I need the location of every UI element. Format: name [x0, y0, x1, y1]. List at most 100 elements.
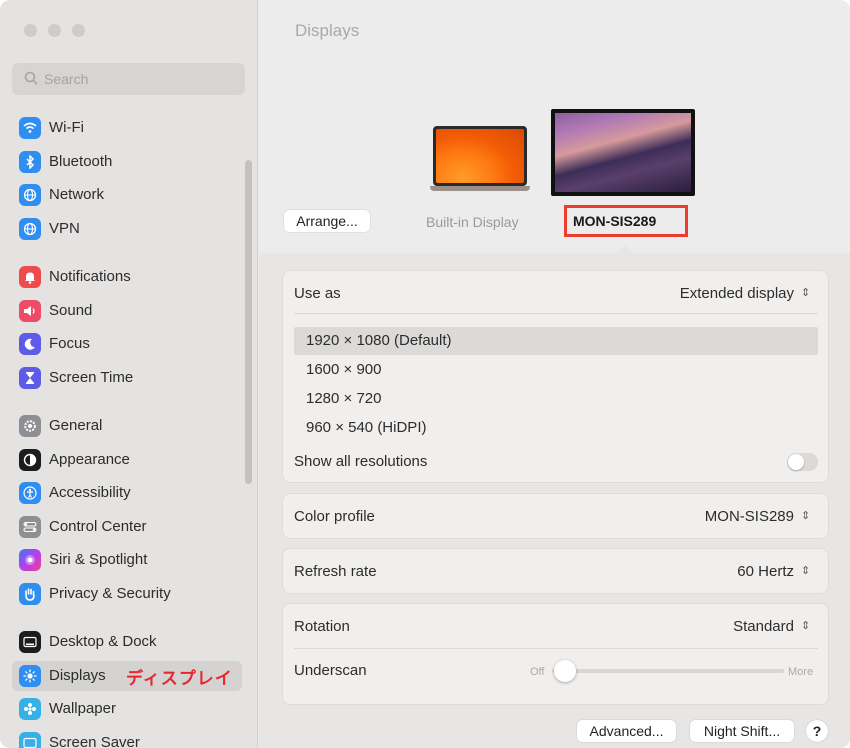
sidebar-item-appearance[interactable]: Appearance: [12, 445, 242, 475]
sidebar-item-label: Screen Time: [49, 369, 134, 386]
sidebar-item-wallpaper[interactable]: Wallpaper: [12, 694, 242, 724]
color-profile-value[interactable]: MON-SIS289: [705, 508, 794, 525]
rotation-label: Rotation: [294, 618, 350, 635]
minimize-button[interactable]: [48, 24, 61, 37]
resolution-option[interactable]: 1600 × 900: [294, 356, 818, 384]
sidebar-item-label: Sound: [49, 302, 93, 319]
gear-icon: [19, 415, 41, 437]
resolution-option[interactable]: 960 × 540 (HiDPI): [294, 414, 818, 442]
globe-icon: [19, 218, 41, 240]
monitor-screen-image: [555, 113, 691, 192]
sidebar: Search Wi-Fi Bluetooth Network VPN Notif…: [0, 0, 258, 748]
sidebar-item-label: Bluetooth: [49, 153, 113, 170]
show-all-resolutions-label: Show all resolutions: [294, 453, 428, 470]
underscan-slider[interactable]: [552, 669, 784, 673]
refresh-rate-label: Refresh rate: [294, 563, 377, 580]
wallpaper-icon: [19, 698, 41, 720]
sidebar-item-control-center[interactable]: Control Center: [12, 512, 242, 542]
wifi-icon: [19, 117, 41, 139]
sidebar-item-label: Siri & Spotlight: [49, 551, 148, 568]
builtin-display-label[interactable]: Built-in Display: [426, 214, 519, 230]
sidebar-item-notifications[interactable]: Notifications: [12, 262, 242, 292]
zoom-button[interactable]: [72, 24, 85, 37]
speaker-icon: [19, 300, 41, 322]
updown-chevron-icon: ⇕: [801, 510, 811, 522]
sidebar-item-screen-time[interactable]: Screen Time: [12, 363, 242, 393]
sidebar-item-desktop-dock[interactable]: Desktop & Dock: [12, 627, 242, 657]
color-profile-label: Color profile: [294, 508, 375, 525]
sidebar-item-network[interactable]: Network: [12, 180, 242, 210]
globe-icon: [19, 184, 41, 206]
updown-chevron-icon: ⇕: [801, 287, 811, 299]
sidebar-item-label: Displays: [49, 667, 106, 684]
sun-icon: [19, 665, 41, 687]
sidebar-item-sound[interactable]: Sound: [12, 296, 242, 326]
laptop-screen-image: [433, 126, 527, 186]
sidebar-item-wifi[interactable]: Wi-Fi: [12, 113, 242, 143]
sidebar-item-label: Wi-Fi: [49, 119, 84, 136]
sidebar-item-label: Network: [49, 186, 105, 203]
sidebar-item-label: Control Center: [49, 518, 147, 535]
bell-icon: [19, 266, 41, 288]
toggle-knob: [788, 454, 804, 470]
refresh-rate-value[interactable]: 60 Hertz: [737, 563, 794, 580]
sidebar-item-screen-saver[interactable]: Screen Saver: [12, 728, 242, 748]
underscan-max-label: More: [788, 666, 814, 678]
sidebar-item-focus[interactable]: Focus: [12, 329, 242, 359]
sidebar-item-accessibility[interactable]: Accessibility: [12, 478, 242, 508]
divider: [294, 648, 818, 649]
sidebar-item-label: Wallpaper: [49, 700, 116, 717]
sidebar-item-bluetooth[interactable]: Bluetooth: [12, 147, 242, 177]
underscan-min-label: Off: [530, 666, 545, 678]
sidebar-item-label: Desktop & Dock: [49, 633, 157, 650]
bluetooth-icon: [19, 151, 41, 173]
moon-icon: [19, 333, 41, 355]
accessibility-icon: [19, 482, 41, 504]
builtin-display-thumbnail[interactable]: [430, 126, 530, 191]
page-title: Displays: [295, 21, 360, 40]
show-all-resolutions-toggle[interactable]: [787, 453, 818, 471]
external-display-thumbnail[interactable]: [551, 109, 695, 196]
hourglass-icon: [19, 367, 41, 389]
sidebar-item-label: General: [49, 417, 103, 434]
help-button[interactable]: ?: [806, 720, 828, 742]
sidebar-item-label: VPN: [49, 220, 80, 237]
sidebar-item-privacy-security[interactable]: Privacy & Security: [12, 579, 242, 609]
updown-chevron-icon: ⇕: [801, 565, 811, 577]
sidebar-item-label: Privacy & Security: [49, 585, 171, 602]
resolution-option[interactable]: 1280 × 720: [294, 385, 818, 413]
sidebar-item-label: Accessibility: [49, 484, 131, 501]
use-as-value[interactable]: Extended display: [680, 285, 794, 302]
siri-icon: [19, 549, 41, 571]
underscan-slider-knob[interactable]: [554, 660, 576, 682]
night-shift-button[interactable]: Night Shift...: [690, 720, 794, 742]
close-button[interactable]: [24, 24, 37, 37]
sidebar-item-label: Appearance: [49, 451, 130, 468]
sidebar-item-general[interactable]: General: [12, 411, 242, 441]
sidebar-item-label: Notifications: [49, 268, 131, 285]
displays-annotation: ディスプレイ: [126, 669, 233, 688]
sidebar-item-vpn[interactable]: VPN: [12, 214, 242, 244]
selected-display-indicator: [616, 245, 634, 254]
search-placeholder: Search: [44, 71, 89, 87]
appearance-icon: [19, 449, 41, 471]
dock-icon: [19, 631, 41, 653]
rotation-value[interactable]: Standard: [733, 618, 794, 635]
sidebar-item-label: Focus: [49, 335, 90, 352]
use-as-label: Use as: [294, 285, 341, 302]
underscan-label: Underscan: [294, 662, 367, 679]
laptop-base: [430, 186, 530, 191]
divider: [294, 313, 818, 314]
control-center-icon: [19, 516, 41, 538]
selection-highlight-box: [564, 205, 688, 237]
search-field[interactable]: Search: [12, 63, 245, 95]
updown-chevron-icon: ⇕: [801, 620, 811, 632]
advanced-button[interactable]: Advanced...: [577, 720, 676, 742]
sidebar-scrollbar[interactable]: [245, 160, 252, 484]
resolution-option[interactable]: 1920 × 1080 (Default): [294, 327, 818, 355]
sidebar-item-siri-spotlight[interactable]: Siri & Spotlight: [12, 545, 242, 575]
hand-icon: [19, 583, 41, 605]
sidebar-item-label: Screen Saver: [49, 734, 140, 748]
screen-saver-icon: [19, 732, 41, 748]
arrange-button[interactable]: Arrange...: [284, 210, 370, 232]
